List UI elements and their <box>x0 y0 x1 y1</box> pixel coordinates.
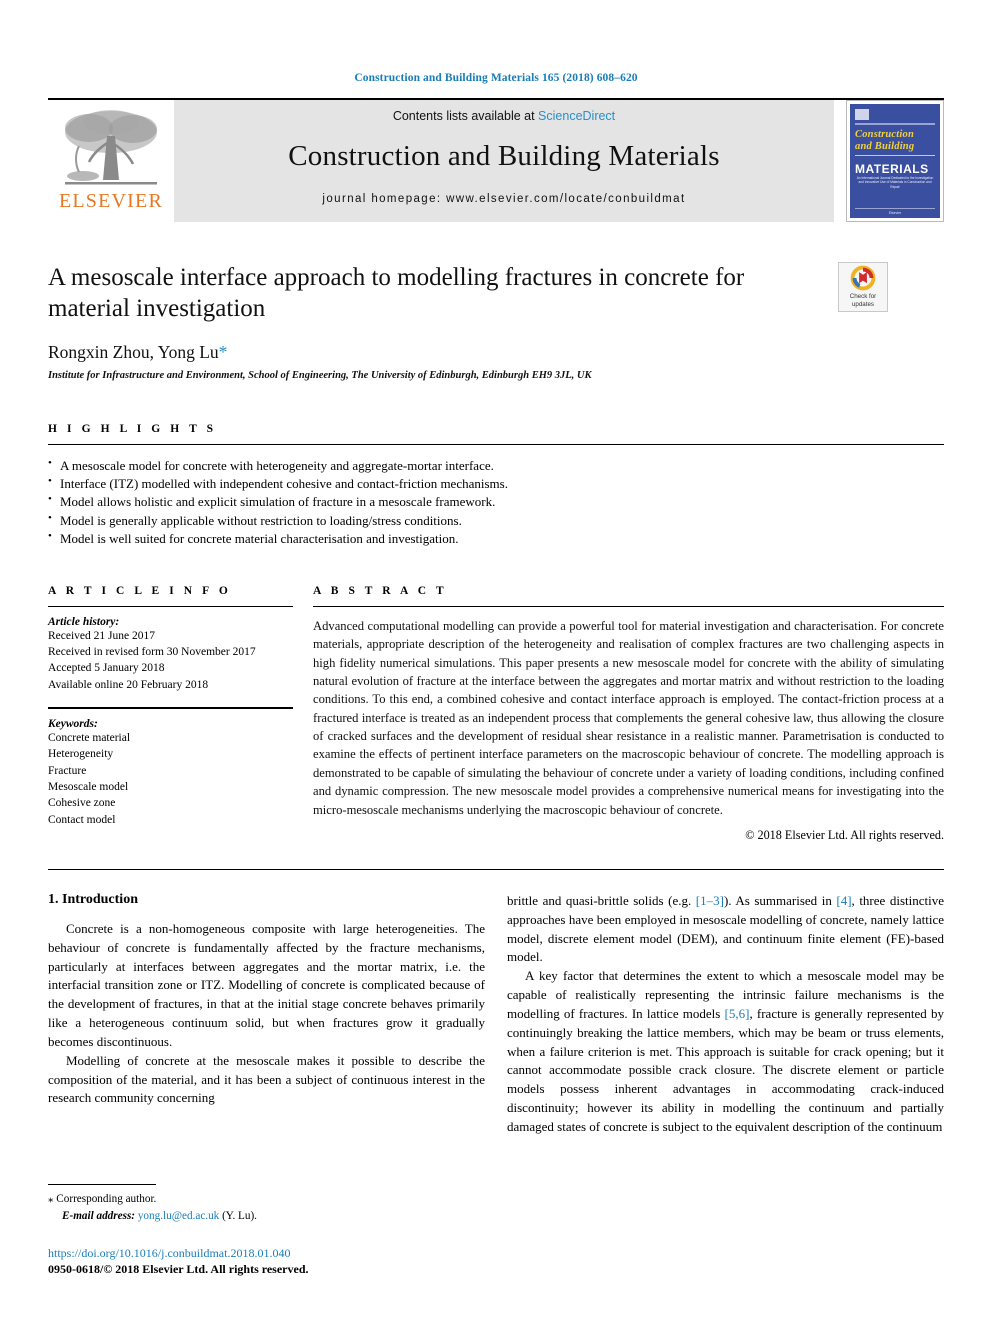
keywords-title: Keywords: <box>48 718 98 731</box>
contents-prefix: Contents lists available at <box>392 109 539 123</box>
list-item: Interface (ITZ) modelled with independen… <box>48 474 944 493</box>
paragraph: A key factor that determines the extent … <box>507 967 944 1137</box>
sciencedirect-link[interactable]: ScienceDirect <box>538 109 615 123</box>
running-head: Construction and Building Materials 165 … <box>354 72 638 84</box>
paper-page: Construction and Building Materials 165 … <box>0 0 992 1323</box>
highlights-section: H I G H L I G H T S A mesoscale model fo… <box>48 423 944 549</box>
abstract-divider <box>313 605 944 607</box>
article-history-item: Available online 20 February 2018 <box>48 678 209 691</box>
paragraph-text: brittle and quasi-brittle solids (e.g. <box>507 892 696 908</box>
article-history-item: Accepted 5 January 2018 <box>48 662 165 675</box>
keyword-item: Mesoscale model <box>48 781 129 794</box>
abstract-text: Advanced computational modelling can pro… <box>313 618 944 817</box>
page-title: A mesoscale interface approach to modell… <box>48 264 745 323</box>
elsevier-logo: ELSEVIER <box>48 100 174 222</box>
issn-copyright-line: 0950-0618/© 2018 Elsevier Ltd. All right… <box>48 1262 309 1276</box>
title-block: A mesoscale interface approach to modell… <box>48 262 944 381</box>
email-link[interactable]: yong.lu@ed.ac.uk <box>138 1210 219 1222</box>
paragraph: Modelling of concrete at the mesoscale m… <box>48 1052 485 1106</box>
body-column-left: 1. Introduction Concrete is a non-homoge… <box>48 892 485 1137</box>
keyword-item: Cohesive zone <box>48 797 116 810</box>
corresponding-author-note: ⁎ Corresponding author. <box>48 1191 478 1208</box>
list-item: Model is generally applicable without re… <box>48 511 944 530</box>
section-heading-introduction: 1. Introduction <box>48 891 138 907</box>
crossmark-badge[interactable]: Check for updates <box>838 262 888 312</box>
cover-publisher-footer: Elsevier <box>855 208 935 218</box>
cover-title-line-1: Construction <box>855 129 915 140</box>
crossmark-label: Check for updates <box>850 293 876 309</box>
article-info-divider <box>48 605 293 607</box>
paragraph-text: ). As summarised in <box>723 892 837 908</box>
highlights-label: H I G H L I G H T S <box>48 422 217 435</box>
journal-band: Contents lists available at ScienceDirec… <box>174 100 834 222</box>
cover-rule <box>855 123 935 125</box>
journal-title: Construction and Building Materials <box>288 140 720 172</box>
citation-ref[interactable]: [5,6] <box>725 1006 750 1021</box>
journal-cover-thumbnail[interactable]: Construction and Building MATERIALS An I… <box>846 100 944 222</box>
body-columns: 1. Introduction Concrete is a non-homoge… <box>48 892 944 1137</box>
journal-homepage-link[interactable]: journal homepage: www.elsevier.com/locat… <box>322 193 685 205</box>
elsevier-tree-icon <box>65 110 157 185</box>
abstract-label: A B S T R A C T <box>313 584 448 597</box>
crossmark-label-line-2: updates <box>851 301 874 308</box>
corresponding-author-marker: * <box>218 341 228 362</box>
abstract-column: A B S T R A C T Advanced computational m… <box>313 585 944 843</box>
citation-ref[interactable]: [4] <box>836 893 851 908</box>
keyword-item: Heterogeneity <box>48 748 114 761</box>
paragraph: brittle and quasi-brittle solids (e.g. [… <box>507 892 944 967</box>
footnote-star-marker: ⁎ <box>48 1192 54 1205</box>
article-info-column: A R T I C L E I N F O Article history: R… <box>48 585 293 843</box>
paragraph-text: , fracture is generally represented by c… <box>507 1005 944 1135</box>
journal-cover-art: Construction and Building MATERIALS An I… <box>850 104 940 218</box>
footnote-rule <box>48 1183 156 1185</box>
article-history-title: Article history: <box>48 615 120 628</box>
citation-ref[interactable]: [1–3] <box>696 893 724 908</box>
cover-underline <box>855 154 935 156</box>
keyword-item: Fracture <box>48 764 87 777</box>
keywords-divider <box>48 707 293 710</box>
contents-available-line: Contents lists available at ScienceDirec… <box>393 109 615 123</box>
info-abstract-row: A R T I C L E I N F O Article history: R… <box>48 585 944 843</box>
crossmark-label-line-1: Check for <box>849 293 877 301</box>
article-info-label: A R T I C L E I N F O <box>48 584 232 597</box>
email-label: E-mail address: <box>62 1209 136 1222</box>
crossmark-icon <box>850 265 876 291</box>
keyword-item: Contact model <box>48 813 116 826</box>
doi-link[interactable]: https://doi.org/10.1016/j.conbuildmat.20… <box>48 1246 478 1261</box>
elsevier-wordmark: ELSEVIER <box>58 190 164 212</box>
article-history-item: Received in revised form 30 November 201… <box>48 646 256 659</box>
list-item: A mesoscale model for concrete with hete… <box>48 455 944 475</box>
email-note: E-mail address: yong.lu@ed.ac.uk (Y. Lu)… <box>48 1208 478 1224</box>
abstract-copyright: © 2018 Elsevier Ltd. All rights reserved… <box>745 827 944 842</box>
author-list: Rongxin Zhou, Yong Lu* <box>48 342 944 363</box>
email-suffix: (Y. Lu). <box>222 1209 257 1222</box>
highlights-list: A mesoscale model for concrete with hete… <box>48 455 944 549</box>
cover-elsevier-mark-icon <box>855 109 869 120</box>
body-divider <box>48 868 944 870</box>
journal-masthead: ELSEVIER Contents lists available at Sci… <box>48 98 944 222</box>
list-item: Model allows holistic and explicit simul… <box>48 492 944 511</box>
author-names: Rongxin Zhou, Yong Lu <box>48 341 219 362</box>
cover-title-line-2: and Building <box>855 140 915 152</box>
cover-blurb: An International Journal Dedicated to th… <box>856 175 934 190</box>
list-item: Model is well suited for concrete materi… <box>48 529 944 548</box>
highlights-divider <box>48 443 944 445</box>
doi-block: https://doi.org/10.1016/j.conbuildmat.20… <box>48 1246 478 1277</box>
page-footer: ⁎ Corresponding author. E-mail address: … <box>48 1183 478 1277</box>
affiliation: Institute for Infrastructure and Environ… <box>48 369 592 381</box>
keyword-item: Concrete material <box>48 732 131 745</box>
corresponding-author-label: Corresponding author. <box>56 1192 157 1205</box>
cover-title-line-3: MATERIALS <box>855 161 929 176</box>
paragraph: Concrete is a non-homogeneous composite … <box>48 920 485 1049</box>
body-column-right: brittle and quasi-brittle solids (e.g. [… <box>507 892 944 1137</box>
article-history-item: Received 21 June 2017 <box>48 629 155 642</box>
